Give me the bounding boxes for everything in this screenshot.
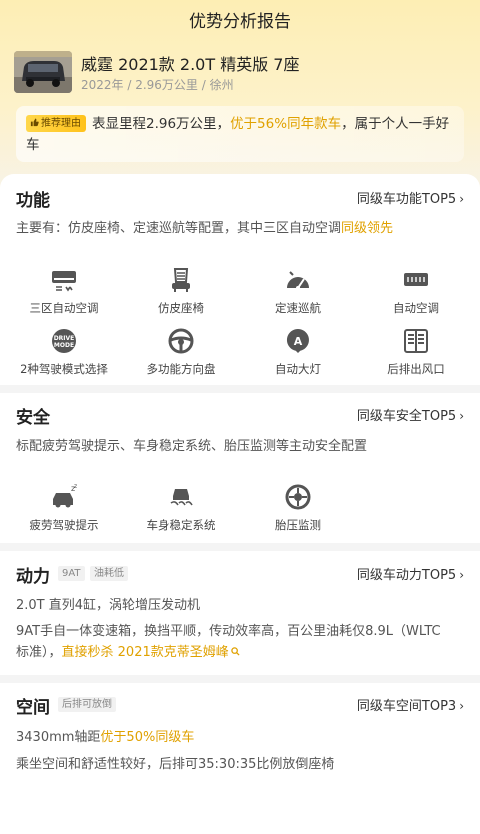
feature-label: 定速巡航 [275,301,321,315]
feature-leather-seat[interactable]: 仿皮座椅 [121,266,241,316]
power-card: 动力 9AT 油耗低 同级车动力TOP5 › 2.0T 直列4缸，涡轮增压发动机 … [0,551,480,675]
auto-headlight-icon: A [284,327,312,355]
section-divider [0,385,480,393]
recommendation-tag: 推荐理由 [26,115,86,132]
svg-text:A: A [294,335,303,348]
function-title: 功能 [16,191,50,211]
safety-top5-label: 同级车安全TOP5 [356,409,457,424]
feature-label: 后排出风口 [387,362,445,376]
power-transmission-text-end: 标准）， [16,645,62,660]
feature-label: 胎压监测 [275,518,321,532]
power-top5-label: 同级车动力TOP5 [356,568,457,583]
section-divider [0,543,480,551]
car-meta: 2022年 / 2.96万公里 / 徐州 [81,78,234,92]
safety-header: 安全 同级车安全TOP5 › [16,403,464,428]
function-top5-label: 同级车功能TOP5 [356,192,457,207]
power-header: 动力 9AT 油耗低 同级车动力TOP5 › [16,562,464,587]
power-tag: 油耗低 [90,566,128,581]
ac-three-zone-icon [50,266,78,294]
svg-text:MODE: MODE [54,342,74,349]
compare-link-label: 直接秒杀 2021款克蒂圣姆峰 [61,645,229,660]
power-engine: 2.0T 直列4缸，涡轮增压发动机 [16,598,201,613]
feature-auto-headlight[interactable]: A 自动大灯 [238,327,358,377]
page-title: 优势分析报告 [189,12,291,32]
space-top3-link[interactable]: 同级车空间TOP3 › [357,695,464,714]
search-icon [231,642,240,656]
feature-label: 自动空调 [393,301,439,315]
chevron-right-icon: › [459,192,464,206]
car-thumbnail[interactable] [14,51,72,93]
stability-control-icon [167,483,195,511]
fatigue-alert-icon: zz [50,483,78,511]
safety-top5-link[interactable]: 同级车安全TOP5 › [357,405,464,424]
leather-seat-icon [167,266,195,294]
space-top3-label: 同级车空间TOP3 [356,699,457,714]
space-comfort: 乘坐空间和舒适性较好，后排可35:30:35比例放倒座椅 [16,757,335,772]
function-description: 主要有：仿皮座椅、定速巡航等配置，其中三区自动空调同级领先 [16,217,464,241]
feature-label: 自动大灯 [275,362,321,376]
function-top5-link[interactable]: 同级车功能TOP5 › [357,188,464,207]
drive-mode-icon: DRIVE MODE [50,327,78,355]
feature-steering-wheel[interactable]: 多功能方向盘 [121,327,241,377]
feature-rear-vent[interactable]: 后排出风口 [356,327,476,377]
power-top5-link[interactable]: 同级车动力TOP5 › [357,564,464,583]
rear-vent-icon [402,327,430,355]
power-tag: 9AT [58,566,85,581]
space-header: 空间 后排可放倒 同级车空间TOP3 › [16,693,464,718]
chevron-right-icon: › [459,409,464,423]
function-header: 功能 同级车功能TOP5 › [16,186,464,211]
function-desc-text: 主要有：仿皮座椅、定速巡航等配置，其中三区自动空调 [16,221,342,236]
space-tag: 后排可放倒 [58,697,116,712]
power-transmission-text: 9AT手自一体变速箱，换挡平顺，传动效率高，百公里油耗仅8.9L（WLTC [16,624,441,639]
reason-highlight: 优于56%同年款车 [230,116,342,132]
feature-cruise-control[interactable]: 定速巡航 [238,266,358,316]
space-wheelbase-highlight: 优于50%同级车 [100,730,195,745]
steering-wheel-icon [167,327,195,355]
reason-text: 表显里程2.96万公里， [92,116,231,132]
feature-label: 多功能方向盘 [146,362,216,376]
space-card: 空间 后排可放倒 同级车空间TOP3 › 3430mm轴距优于50%同级车 乘坐空… [0,683,480,834]
svg-text:z: z [74,483,77,490]
space-wheelbase-text: 3430mm轴距 [16,730,101,745]
feature-label: 2种驾驶模式选择 [20,362,108,376]
power-title: 动力 [16,567,50,587]
tire-pressure-icon [284,483,312,511]
feature-label: 仿皮座椅 [158,301,204,315]
feature-label: 车身稳定系统 [146,518,216,532]
feature-three-zone-ac[interactable]: 三区自动空调 [4,266,124,316]
cruise-control-icon [284,266,312,294]
compare-link[interactable]: 直接秒杀 2021款克蒂圣姆峰 [62,645,240,660]
function-card: 功能 同级车功能TOP5 › 主要有：仿皮座椅、定速巡航等配置，其中三区自动空调同… [0,174,480,385]
function-desc-highlight: 同级领先 [341,221,394,236]
power-transmission: 9AT手自一体变速箱，换挡平顺，传动效率高，百公里油耗仅8.9L（WLTC 标准）… [16,621,464,663]
section-divider [0,675,480,683]
auto-ac-icon [402,266,430,294]
space-title: 空间 [16,698,50,718]
chevron-right-icon: › [459,568,464,582]
thumbs-up-icon [30,116,39,127]
feature-label: 疲劳驾驶提示 [29,518,99,532]
recommendation-tag-label: 推荐理由 [41,118,81,129]
recommendation-box: 推荐理由 表显里程2.96万公里，优于56%同年款车，属于个人一手好车 [16,106,464,162]
car-name: 威霆 2021款 2.0T 精英版 7座 [81,55,300,74]
safety-description: 标配疲劳驾驶提示、车身稳定系统、胎压监测等主动安全配置 [16,439,368,454]
feature-fatigue-alert[interactable]: zz 疲劳驾驶提示 [4,483,124,533]
feature-label: 三区自动空调 [29,301,99,315]
chevron-right-icon: › [459,699,464,713]
feature-tire-pressure[interactable]: 胎压监测 [238,483,358,533]
svg-text:DRIVE: DRIVE [54,335,75,342]
feature-drive-mode[interactable]: DRIVE MODE 2种驾驶模式选择 [4,327,124,377]
feature-auto-ac[interactable]: 自动空调 [356,266,476,316]
space-wheelbase: 3430mm轴距优于50%同级车 [16,726,464,750]
feature-stability-control[interactable]: 车身稳定系统 [121,483,241,533]
safety-title: 安全 [16,408,50,428]
safety-card: 安全 同级车安全TOP5 › 标配疲劳驾驶提示、车身稳定系统、胎压监测等主动安全配… [0,393,480,543]
